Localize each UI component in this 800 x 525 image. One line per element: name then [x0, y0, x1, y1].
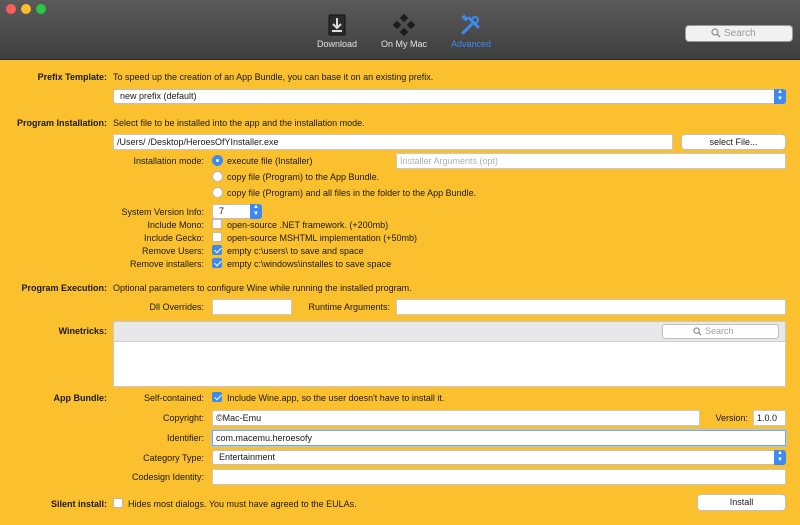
include-gecko-text: open-source MSHTML implementation (+50mb… — [227, 233, 417, 243]
toolbar-search-input[interactable]: Search — [685, 25, 793, 42]
include-gecko-checkbox[interactable] — [212, 232, 222, 242]
remove-installers-checkbox[interactable] — [212, 258, 222, 268]
close-window-button[interactable] — [6, 4, 16, 14]
chevron-updown-icon: ▲ ▼ — [250, 204, 262, 219]
dll-overrides-label: Dll Overrides: — [149, 302, 204, 312]
tab-advanced-label: Advanced — [450, 39, 492, 49]
installation-mode-label: Installation mode: — [133, 156, 204, 166]
window-toolbar: Download On My Mac Advanced Search — [0, 0, 800, 60]
tab-download[interactable]: Download — [314, 14, 360, 49]
advanced-tools-icon — [461, 14, 480, 35]
winetricks-search-placeholder: Search — [705, 326, 734, 336]
include-mono-text: open-source .NET framework. (+200mb) — [227, 220, 389, 230]
remove-users-text: empty c:\users\ to save and space — [227, 246, 364, 256]
version-input[interactable]: 1.0.0 — [753, 410, 786, 426]
category-type-value: Entertainment — [219, 452, 276, 462]
self-contained-text: Include Wine.app, so the user doesn't ha… — [227, 393, 445, 403]
winetricks-search-input[interactable]: Search — [662, 324, 779, 339]
dll-overrides-input[interactable] — [212, 299, 292, 315]
system-version-select[interactable]: 7 ▲ ▼ — [212, 204, 262, 219]
self-contained-checkbox[interactable] — [212, 392, 222, 402]
select-file-button[interactable]: select File... — [681, 134, 786, 150]
category-type-label: Category Type: — [143, 453, 204, 463]
tab-advanced[interactable]: Advanced — [448, 14, 494, 49]
identifier-label: Identifier: — [166, 433, 204, 443]
include-mono-label: Include Mono: — [147, 220, 204, 230]
copyright-label: Copyright: — [162, 413, 204, 423]
installer-arguments-input[interactable]: Installer Arguments (opt) — [396, 153, 786, 169]
prefix-template-description: To speed up the creation of an App Bundl… — [113, 72, 434, 82]
winetricks-list-header: Search — [114, 322, 785, 342]
system-version-label: System Version Info: — [121, 207, 204, 217]
tab-on-my-mac-label: On My Mac — [380, 39, 427, 49]
remove-installers-label: Remove installers: — [129, 259, 204, 269]
chevron-updown-icon: ▲ ▼ — [774, 89, 786, 104]
mode-copy-file-radio[interactable] — [212, 171, 223, 182]
copyright-input[interactable]: ©Mac-Emu — [212, 410, 700, 426]
program-installation-description: Select file to be installed into the app… — [113, 118, 365, 128]
runtime-arguments-input[interactable] — [396, 299, 786, 315]
prefix-template-value: new prefix (default) — [120, 91, 197, 101]
tab-download-label: Download — [316, 39, 358, 49]
search-icon — [711, 28, 721, 38]
include-mono-checkbox[interactable] — [212, 219, 222, 229]
mode-execute-radio[interactable] — [212, 155, 223, 166]
winetricks-label: Winetricks: — [58, 326, 107, 336]
silent-install-text: Hides most dialogs. You must have agreed… — [128, 499, 357, 509]
mode-copy-file-label: copy file (Program) to the App Bundle. — [227, 172, 380, 182]
silent-install-label: Silent install: — [50, 499, 107, 509]
mode-execute-label: execute file (Installer) — [227, 156, 313, 166]
self-contained-label: Self-contained: — [143, 393, 204, 403]
program-file-path-input[interactable]: /Users/ /Desktop/HeroesOfYInstaller.exe — [113, 134, 673, 150]
identifier-input[interactable]: com.macemu.heroesofy — [212, 430, 786, 446]
program-installation-label: Program Installation: — [16, 118, 107, 128]
zoom-window-button[interactable] — [36, 4, 46, 14]
version-label: Version: — [715, 413, 748, 423]
include-gecko-label: Include Gecko: — [143, 233, 204, 243]
codesign-identity-label: Codesign Identity: — [131, 472, 204, 482]
search-icon — [693, 327, 702, 336]
category-type-select[interactable]: Entertainment ▲ ▼ — [212, 450, 786, 465]
remove-installers-text: empty c:\windows\installes to save space — [227, 259, 392, 269]
remove-users-label: Remove Users: — [141, 246, 204, 256]
install-button[interactable]: Install — [697, 494, 786, 511]
silent-install-checkbox[interactable] — [113, 498, 123, 508]
tab-on-my-mac[interactable]: On My Mac — [378, 14, 430, 49]
runtime-arguments-label: Runtime Arguments: — [308, 302, 390, 312]
codesign-identity-input[interactable] — [212, 469, 786, 485]
mode-copy-folder-label: copy file (Program) and all files in the… — [227, 188, 477, 198]
mode-copy-folder-radio[interactable] — [212, 187, 223, 198]
prefix-template-label: Prefix Template: — [37, 72, 107, 82]
program-execution-description: Optional parameters to configure Wine wh… — [113, 283, 412, 293]
prefix-template-select[interactable]: new prefix (default) ▲ ▼ — [113, 89, 786, 104]
program-execution-label: Program Execution: — [21, 283, 107, 293]
minimize-window-button[interactable] — [21, 4, 31, 14]
download-icon — [328, 14, 346, 36]
chevron-updown-icon: ▲ ▼ — [774, 450, 786, 465]
remove-users-checkbox[interactable] — [212, 245, 222, 255]
toolbar-search-placeholder: Search — [724, 28, 756, 39]
winetricks-list[interactable]: Search — [113, 321, 786, 387]
system-version-value: 7 — [219, 206, 225, 216]
on-my-mac-icon — [393, 14, 415, 36]
